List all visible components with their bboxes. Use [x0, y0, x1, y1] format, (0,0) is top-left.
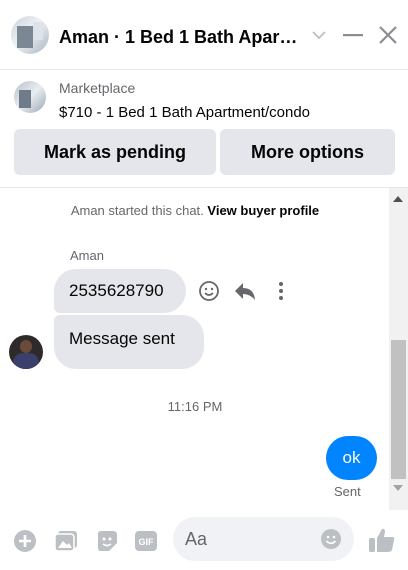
marketplace-label: Marketplace: [59, 80, 136, 96]
close-icon[interactable]: [377, 24, 399, 46]
emoji-icon[interactable]: [197, 279, 221, 303]
chevron-down-icon[interactable]: [308, 24, 330, 46]
plus-icon[interactable]: [12, 528, 38, 554]
chat-title[interactable]: Aman · 1 Bed 1 Bath Apart...: [59, 27, 299, 48]
outgoing-message[interactable]: ok: [326, 436, 377, 480]
more-icon[interactable]: [269, 279, 293, 303]
emoji-picker-icon[interactable]: [319, 527, 343, 551]
listing-avatar[interactable]: [11, 16, 49, 54]
message-input-box: [173, 517, 354, 561]
more-options-button[interactable]: More options: [220, 129, 395, 175]
gif-icon[interactable]: GIF: [133, 528, 159, 554]
message-timestamp: 11:16 PM: [167, 399, 223, 414]
message-input[interactable]: [185, 517, 315, 561]
scroll-down-arrow-icon[interactable]: [393, 485, 403, 491]
incoming-message[interactable]: Message sent: [54, 315, 204, 369]
incoming-message[interactable]: 2535628790: [54, 269, 186, 313]
like-icon[interactable]: [367, 525, 397, 555]
message-composer: GIF: [0, 510, 408, 570]
view-buyer-profile-link[interactable]: View buyer profile: [207, 203, 319, 218]
chat-started-text: Aman started this chat.: [70, 203, 204, 218]
chat-thread: Aman started this chat. View buyer profi…: [0, 188, 408, 510]
chat-header: Aman · 1 Bed 1 Bath Apart...: [0, 0, 408, 70]
listing-title[interactable]: $710 - 1 Bed 1 Bath Apartment/condo: [59, 104, 310, 121]
chat-scrollbar[interactable]: [389, 188, 408, 510]
sticker-icon[interactable]: [94, 528, 120, 554]
chat-started-notice: Aman started this chat. View buyer profi…: [0, 203, 390, 218]
minimize-icon[interactable]: [342, 24, 364, 46]
sender-name: Aman: [70, 248, 104, 263]
sender-avatar[interactable]: [9, 335, 43, 369]
message-actions: [197, 279, 293, 303]
scrollbar-thumb[interactable]: [391, 340, 406, 479]
svg-text:GIF: GIF: [139, 537, 155, 547]
message-status: Sent: [334, 484, 361, 499]
reply-icon[interactable]: [233, 279, 257, 303]
photo-icon[interactable]: [53, 528, 79, 554]
mark-as-pending-button[interactable]: Mark as pending: [14, 129, 216, 175]
marketplace-panel: Marketplace $710 - 1 Bed 1 Bath Apartmen…: [0, 70, 408, 188]
scroll-up-arrow-icon[interactable]: [393, 196, 403, 202]
listing-thumbnail[interactable]: [14, 81, 46, 113]
